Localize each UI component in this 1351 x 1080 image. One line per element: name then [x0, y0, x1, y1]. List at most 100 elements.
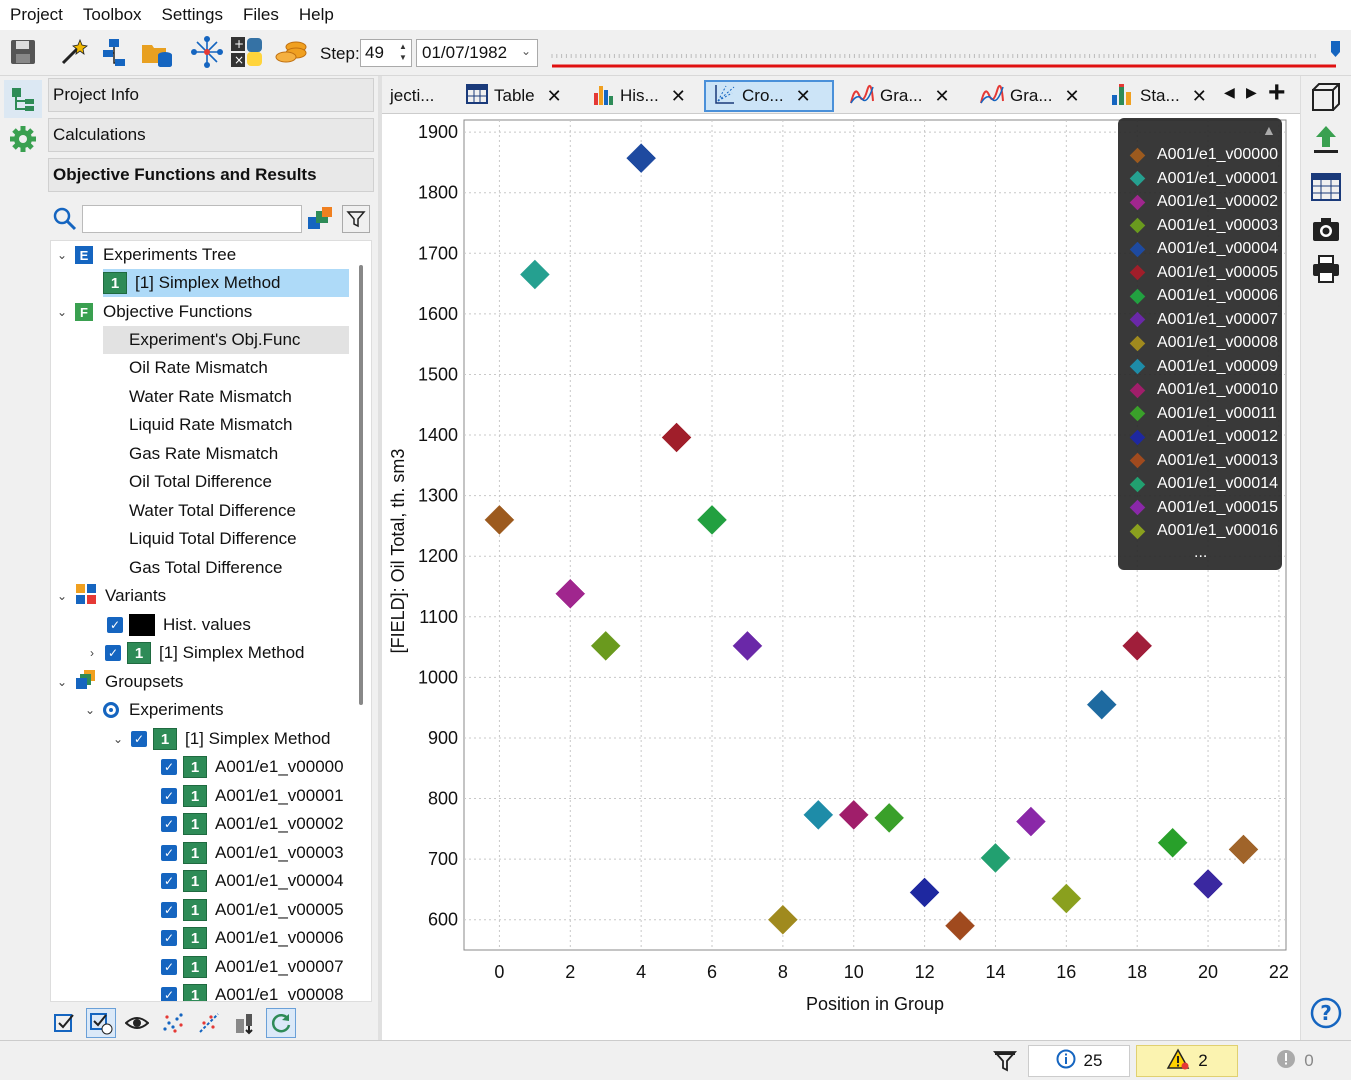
magic-wand-icon[interactable]: [56, 35, 90, 69]
tab-table[interactable]: Table ✕: [458, 80, 572, 112]
filter-icon[interactable]: [342, 205, 370, 233]
save-icon[interactable]: [6, 35, 40, 69]
tree-item-gas-total[interactable]: Gas Total Difference: [129, 554, 282, 582]
legend-item[interactable]: A001/e1_v00014: [1128, 473, 1278, 495]
legend-item[interactable]: A001/e1_v00002: [1128, 191, 1278, 213]
menu-files[interactable]: Files: [233, 5, 289, 25]
chevron-right-icon[interactable]: ›: [85, 646, 99, 660]
add-tab-icon[interactable]: +: [1268, 76, 1286, 110]
warning-count-badge[interactable]: 2: [1136, 1045, 1238, 1077]
menu-project[interactable]: Project: [0, 5, 73, 25]
info-count-badge[interactable]: 25: [1028, 1045, 1130, 1077]
objective-functions-header[interactable]: Objective Functions and Results: [48, 158, 374, 192]
tree-item-water-rate[interactable]: Water Rate Mismatch: [129, 383, 292, 411]
tab-crossplot[interactable]: Cro... ✕: [704, 80, 834, 112]
chevron-down-icon[interactable]: ⌄: [55, 675, 69, 689]
legend-item[interactable]: A001/e1_v00013: [1128, 450, 1278, 472]
legend-item[interactable]: A001/e1_v00003: [1128, 215, 1278, 237]
legend-item[interactable]: A001/e1_v00016: [1128, 520, 1278, 542]
tree-variant-item[interactable]: ✓ 1 A001/e1_v00005: [161, 896, 344, 924]
tab-statistics[interactable]: Sta... ✕: [1102, 80, 1214, 112]
scatter-dots-icon[interactable]: [158, 1008, 188, 1038]
checkbox-checked-icon[interactable]: ✓: [161, 930, 177, 946]
menu-toolbox[interactable]: Toolbox: [73, 5, 152, 25]
checkbox-checked-icon[interactable]: ✓: [161, 987, 177, 1001]
color-groups-icon[interactable]: [306, 205, 334, 238]
coins-icon[interactable]: [274, 35, 308, 69]
checkbox-checked-icon[interactable]: ✓: [161, 759, 177, 775]
legend-item[interactable]: A001/e1_v00012: [1128, 426, 1278, 448]
tree-item-oil-total[interactable]: Oil Total Difference: [129, 468, 272, 496]
legend-item[interactable]: A001/e1_v00007: [1128, 309, 1278, 331]
chevron-down-icon[interactable]: ⌄: [111, 732, 125, 746]
tree-scrollbar[interactable]: [359, 265, 363, 705]
tree-item-liquid-rate[interactable]: Liquid Rate Mismatch: [129, 411, 292, 439]
gear-icon[interactable]: [4, 120, 42, 158]
help-icon[interactable]: ?: [1309, 996, 1343, 1030]
step-spinbox[interactable]: 49 ▲ ▼: [360, 39, 412, 67]
checkbox-checked-icon[interactable]: ✓: [161, 873, 177, 889]
calculations-button[interactable]: Calculations: [48, 118, 374, 152]
error-count-badge[interactable]: 0: [1244, 1045, 1346, 1077]
hierarchy-icon[interactable]: [98, 35, 132, 69]
chevron-down-icon[interactable]: ⌄: [55, 305, 69, 319]
close-icon[interactable]: ✕: [935, 86, 950, 107]
legend-item[interactable]: A001/e1_v00008: [1128, 332, 1278, 354]
legend-collapse-icon[interactable]: ▲: [1262, 122, 1276, 138]
tree-item-oil-rate[interactable]: Oil Rate Mismatch: [129, 354, 268, 382]
tree-variant-item[interactable]: ✓ 1 A001/e1_v00002: [161, 810, 344, 838]
tab-objectives[interactable]: jecti...: [382, 80, 448, 112]
tree-groupsets[interactable]: ⌄ Groupsets: [55, 668, 183, 696]
tree-objective-functions[interactable]: ⌄ F Objective Functions: [55, 298, 252, 326]
chevron-down-icon[interactable]: ⌄: [55, 589, 69, 603]
eye-icon[interactable]: [122, 1008, 152, 1038]
legend-item[interactable]: A001/e1_v00009: [1128, 356, 1278, 378]
tree-experiments-tree[interactable]: ⌄ E Experiments Tree: [55, 241, 236, 269]
checkbox-checked-icon[interactable]: ✓: [161, 816, 177, 832]
checkbox-checked-icon[interactable]: ✓: [107, 617, 123, 633]
chart-legend[interactable]: ▲ A001/e1_v00000 A001/e1_v00001 A001/e1_v0…: [1118, 118, 1282, 570]
project-info-button[interactable]: Project Info: [48, 78, 374, 112]
date-select[interactable]: 01/07/1982 ⌄: [416, 39, 538, 67]
legend-item[interactable]: A001/e1_v00001: [1128, 168, 1278, 190]
export-up-icon[interactable]: [1309, 122, 1343, 156]
checkbox-checked-icon[interactable]: ✓: [161, 845, 177, 861]
radio-selected-icon[interactable]: [103, 702, 119, 718]
tree-variant-item[interactable]: ✓ 1 A001/e1_v00004: [161, 867, 344, 895]
legend-item[interactable]: A001/e1_v00011: [1128, 403, 1277, 425]
tree-variant-item[interactable]: ✓ 1 A001/e1_v00003: [161, 839, 344, 867]
tree-item-water-total[interactable]: Water Total Difference: [129, 497, 296, 525]
legend-item[interactable]: A001/e1_v00010: [1128, 379, 1278, 401]
tab-graph-1[interactable]: Gra... ✕: [842, 80, 954, 112]
legend-item[interactable]: A001/e1_v00006: [1128, 285, 1278, 307]
tree-item-simplex-selected[interactable]: 1 [1] Simplex Method: [103, 269, 349, 297]
tree-item-gas-rate[interactable]: Gas Rate Mismatch: [129, 440, 278, 468]
checkbox-checked-icon[interactable]: ✓: [131, 731, 147, 747]
tree-item-obj-func[interactable]: Experiment's Obj.Func: [103, 326, 349, 354]
checkbox-checked-icon[interactable]: ✓: [105, 645, 121, 661]
menu-help[interactable]: Help: [289, 5, 344, 25]
tree-variant-item[interactable]: ✓ 1 A001/e1_v00001: [161, 782, 344, 810]
tree-item-simplex-variant[interactable]: › ✓ 1 [1] Simplex Method: [85, 639, 305, 667]
tree-item-liquid-total[interactable]: Liquid Total Difference: [129, 525, 297, 553]
close-icon[interactable]: ✕: [1065, 86, 1080, 107]
tab-graph-2[interactable]: Gra... ✕: [972, 80, 1084, 112]
tree-variant-item[interactable]: ✓ 1 A001/e1_v00007: [161, 953, 344, 981]
timeline-slider[interactable]: [550, 40, 1340, 68]
tree-item-hist-values[interactable]: ✓ Hist. values: [107, 611, 251, 639]
close-icon[interactable]: ✕: [796, 86, 811, 107]
filter-icon[interactable]: [988, 1045, 1022, 1077]
calculator-python-icon[interactable]: + ×: [230, 35, 264, 69]
close-icon[interactable]: ✕: [1192, 86, 1207, 107]
checkbox-checked-icon[interactable]: ✓: [161, 788, 177, 804]
tree-variant-item[interactable]: ✓ 1 A001/e1_v00000: [161, 753, 344, 781]
close-icon[interactable]: ✕: [547, 86, 562, 107]
step-down-icon[interactable]: ▼: [399, 53, 409, 62]
tab-scroll-left-icon[interactable]: ◀: [1224, 84, 1235, 101]
tab-scroll-right-icon[interactable]: ▶: [1246, 84, 1257, 101]
sort-down-icon[interactable]: [230, 1008, 260, 1038]
search-icon[interactable]: [52, 206, 78, 237]
tree-experiments[interactable]: ⌄ Experiments: [83, 696, 224, 724]
legend-item[interactable]: A001/e1_v00015: [1128, 497, 1278, 519]
check-all-icon[interactable]: [50, 1008, 80, 1038]
